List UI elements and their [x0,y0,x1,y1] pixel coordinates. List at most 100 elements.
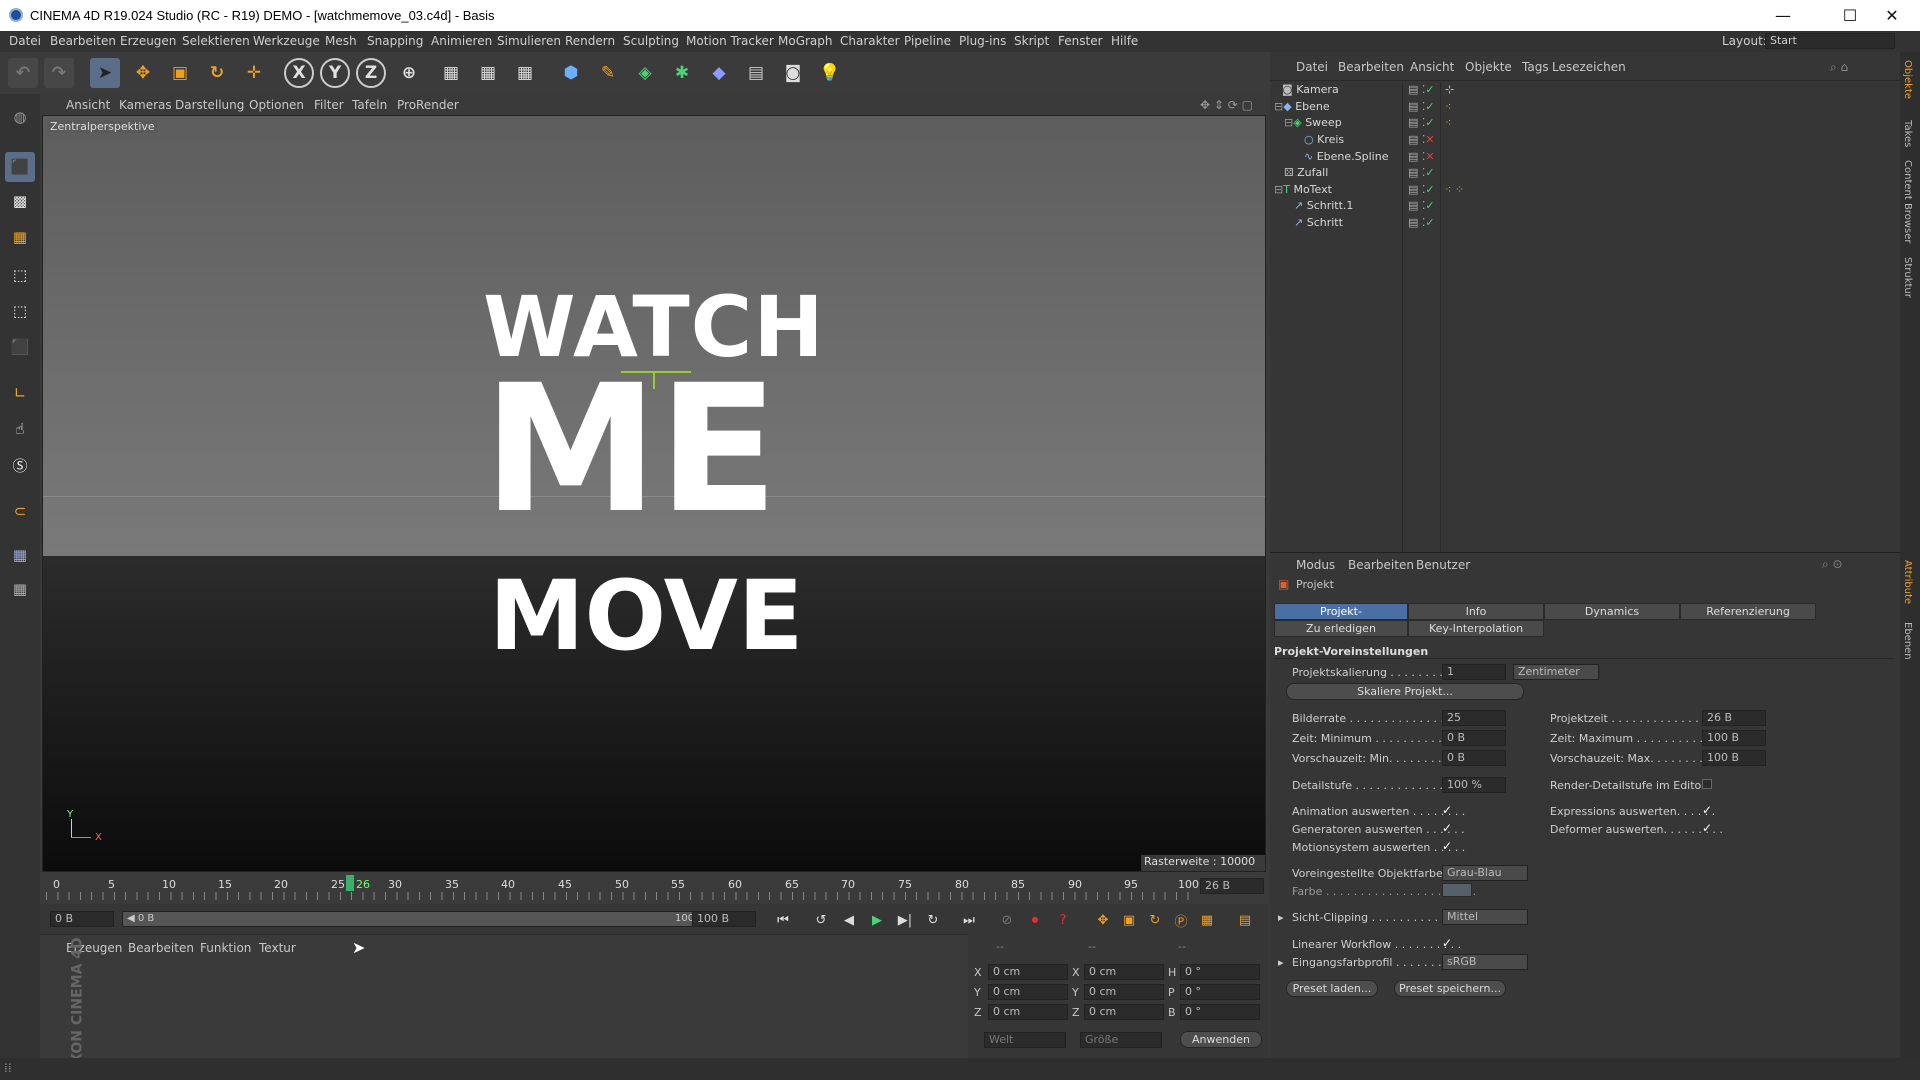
am-search-icon[interactable]: ⌕ ⊙ [1822,557,1843,572]
camera-icon[interactable]: ◙ [778,58,808,88]
layer-visibility-icons[interactable]: ▤ ⁚✕ [1408,133,1435,146]
tab-zu-erledigen[interactable]: Zu erledigen [1274,620,1408,637]
playhead-marker[interactable] [346,875,354,891]
zeit-maximum-field[interactable]: 100 B [1702,730,1766,746]
object-row[interactable]: ⊟◈ Sweep [1284,116,1342,129]
play-icon[interactable]: ▶ [866,909,888,931]
undo-icon[interactable]: ↶ [8,58,38,88]
unit-dropdown[interactable]: Zentimeter [1513,664,1599,680]
mat-menu-funktion[interactable]: Funktion [200,941,251,955]
om-menu-lesezeichen[interactable]: Lesezeichen [1552,60,1626,74]
tweak-mode-icon[interactable]: ☝ [5,414,35,444]
coord-x-pos-field[interactable]: 0 cm [988,964,1068,980]
coord-space-dropdown[interactable]: Welt [984,1032,1066,1048]
render-picture-viewer-icon[interactable]: ▦ [473,58,503,88]
menu-charakter[interactable]: Charakter [840,34,900,48]
prev-key-icon[interactable]: ↺ [810,909,832,931]
minimize-button[interactable]: — [1755,0,1811,31]
render-settings-icon[interactable]: ▦ [510,58,540,88]
vp-menu-tafeln[interactable]: Tafeln [352,98,387,112]
am-menu-modus[interactable]: Modus [1296,558,1335,572]
move-tool-icon[interactable]: ✥ [128,58,158,88]
material-tag-icon[interactable]: ⁖ [1445,100,1451,113]
collapse-icon[interactable]: ⊟ [1274,183,1283,196]
om-menu-tags[interactable]: Tags [1522,60,1549,74]
menu-fenster[interactable]: Fenster [1058,34,1103,48]
make-editable-icon[interactable]: ◍ [5,102,35,132]
bilderrate-field[interactable]: 25 [1442,710,1506,726]
vp-menu-optionen[interactable]: Optionen [249,98,304,112]
expressions-auswerten-checkbox[interactable]: ✓ [1702,803,1712,817]
menu-snapping[interactable]: Snapping [367,34,423,48]
points-mode-icon[interactable]: ⬚ [5,260,35,290]
deformer-icon[interactable]: ◆ [704,58,734,88]
apply-button[interactable]: Anwenden [1180,1031,1262,1048]
cloner-icon[interactable]: ✱ [667,58,697,88]
render-view-icon[interactable]: ▦ [436,58,466,88]
detailstufe-field[interactable]: 100 % [1442,777,1506,793]
light-icon[interactable]: 💡 [815,58,845,88]
sicht-clipping-dropdown[interactable]: Mittel [1442,909,1528,925]
menu-pipeline[interactable]: Pipeline [904,34,951,48]
timeline-window-icon[interactable]: ▤ [1234,909,1256,931]
vp-menu-kameras[interactable]: Kameras [119,98,172,112]
layer-visibility-icons[interactable]: ▤ ⁚✓ [1408,116,1435,129]
render-detail-checkbox[interactable] [1702,779,1712,789]
axis-handle-x[interactable] [621,371,691,373]
object-row[interactable]: ↗ Schritt [1294,216,1343,229]
tab-info[interactable]: Info [1408,603,1544,620]
goto-start-icon[interactable]: ⏮ [772,909,794,931]
object-row[interactable]: ⊟T MoText [1274,183,1332,196]
zeit-minimum-field[interactable]: 0 B [1442,730,1506,746]
coordinate-system-icon[interactable]: ⊕ [394,58,424,88]
cube-icon[interactable]: ⬢ [556,58,586,88]
tab-referenzierung[interactable]: Referenzierung [1680,603,1816,620]
workplane-lock-icon[interactable]: ▦ [5,574,35,604]
side-tab-takes[interactable]: Takes [1902,120,1913,147]
workplane-icon[interactable]: ▦ [5,222,35,252]
key-parameter-icon[interactable]: Ⓟ [1170,909,1192,931]
menu-werkzeuge[interactable]: Werkzeuge [253,34,320,48]
side-tab-ebenen[interactable]: Ebenen [1902,622,1913,660]
redo-icon[interactable]: ↷ [44,58,74,88]
menu-animieren[interactable]: Animieren [431,34,492,48]
close-button[interactable]: ✕ [1864,0,1920,31]
menu-simulieren[interactable]: Simulieren [497,34,561,48]
vp-menu-darstellung[interactable]: Darstellung [175,98,244,112]
expand-arrow-icon[interactable]: ▸ [1278,956,1284,969]
key-pla-icon[interactable]: ▦ [1196,909,1218,931]
material-tag-icon[interactable]: ⁖ ⁘ [1445,183,1464,196]
current-time-field[interactable]: 26 B [1200,878,1264,894]
am-menu-benutzer[interactable]: Benutzer [1416,558,1470,572]
menu-selektieren[interactable]: Selektieren [182,34,250,48]
generatoren-auswerten-checkbox[interactable]: ✓ [1442,821,1452,835]
mat-menu-textur[interactable]: Textur [259,941,296,955]
viewport-3d[interactable]: Zentralperspektive WATCH ME MOVE Y X Ras… [42,115,1266,872]
crosshair-icon[interactable]: ✛ [239,58,269,88]
axis-handle-y[interactable] [653,371,655,389]
expand-arrow-icon[interactable]: ▸ [1278,911,1284,924]
goto-end-icon[interactable]: ⏭ [958,909,980,931]
layer-visibility-icons[interactable]: ▤ ⁚✓ [1408,199,1435,212]
model-mode-icon[interactable]: ⬛ [5,152,35,182]
vp-menu-prorender[interactable]: ProRender [397,98,459,112]
deformer-auswerten-checkbox[interactable]: ✓ [1702,821,1712,835]
object-row[interactable]: ◙ Kamera [1282,83,1339,96]
layer-visibility-icons[interactable]: ▤ ⁚✕ [1408,150,1435,163]
coord-y-pos-field[interactable]: 0 cm [988,984,1068,1000]
side-tab-attribute[interactable]: Attribute [1902,560,1913,604]
vp-menu-ansicht[interactable]: Ansicht [66,98,110,112]
motionsystem-auswerten-checkbox[interactable]: ✓ [1442,839,1452,853]
mat-menu-bearbeiten[interactable]: Bearbeiten [128,941,194,955]
preset-speichern-button[interactable]: Preset speichern... [1394,980,1506,997]
select-pointer-icon[interactable]: ➤ [90,58,120,88]
polygons-mode-icon[interactable]: ⬛ [5,332,35,362]
texture-mode-icon[interactable]: ▩ [5,186,35,216]
max-time-field[interactable]: 100 B [692,911,756,927]
object-row[interactable]: ⚄ Zufall [1284,166,1328,179]
preset-laden-button[interactable]: Preset laden... [1286,980,1378,997]
coord-z-pos-field[interactable]: 0 cm [988,1004,1068,1020]
coord-p-field[interactable]: 0 ° [1180,984,1260,1000]
key-rotation-icon[interactable]: ↻ [1144,909,1166,931]
y-axis-lock-icon[interactable]: Y [320,58,350,88]
